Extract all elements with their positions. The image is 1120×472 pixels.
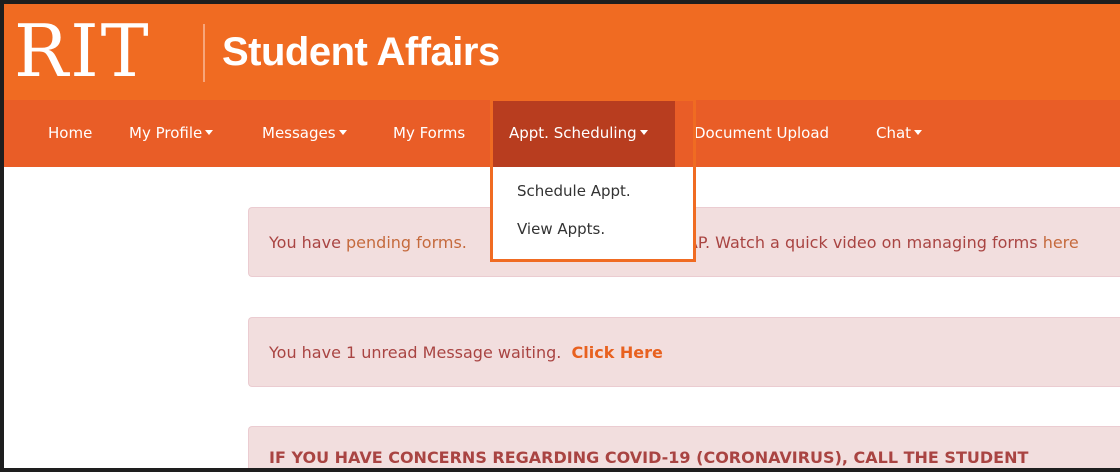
nav-chat-label: Chat [876,124,912,142]
browser-frame: RIT Student Affairs Home My Profile Mess… [0,0,1120,472]
nav-document-upload-label: Document Upload [694,124,830,142]
brand-divider [203,24,205,82]
menu-item-schedule-appt[interactable]: Schedule Appt. [517,182,631,200]
alert1-prefix: You have [269,233,347,252]
brand-header: RIT Student Affairs [4,4,1120,100]
click-here-link[interactable]: Click Here [572,343,663,362]
nav-chat[interactable]: Chat [876,100,923,167]
appt-scheduling-dropdown: Schedule Appt. View Appts. [493,167,693,259]
unread-message-alert: You have 1 unread Message waiting. Click… [248,317,1120,387]
nav-my-forms-label: My Forms [393,124,466,142]
nav-home[interactable]: Home [48,100,92,167]
chevron-down-icon [914,130,923,135]
nav-document-upload[interactable]: Document Upload [694,100,829,167]
chevron-down-icon [639,130,648,135]
covid-alert: IF YOU HAVE CONCERNS REGARDING COVID-19 … [248,426,1120,468]
chevron-down-icon [338,130,347,135]
nav-home-label: Home [48,124,93,142]
rit-logo[interactable]: RIT [14,6,151,96]
alert1-middle: AP. Watch a quick video on managing form… [686,233,1043,252]
menu-item-view-appts[interactable]: View Appts. [517,220,605,238]
pending-forms-link[interactable]: pending forms. [346,233,467,252]
chevron-down-icon [205,130,214,135]
nav-messages[interactable]: Messages [262,100,347,167]
nav-my-profile[interactable]: My Profile [129,100,214,167]
nav-appt-scheduling-label: Appt. Scheduling [509,124,637,142]
nav-my-forms[interactable]: My Forms [393,100,465,167]
video-here-link[interactable]: here [1043,233,1079,252]
nav-my-profile-label: My Profile [129,124,203,142]
nav-messages-label: Messages [262,124,336,142]
brand-title[interactable]: Student Affairs [222,24,500,80]
alert2-text: You have 1 unread Message waiting. [269,343,562,362]
nav-appt-scheduling[interactable]: Appt. Scheduling [493,100,675,167]
main-navbar: Home My Profile Messages My Forms Appt. … [4,100,1120,167]
covid-alert-text: IF YOU HAVE CONCERNS REGARDING COVID-19 … [269,448,1029,467]
